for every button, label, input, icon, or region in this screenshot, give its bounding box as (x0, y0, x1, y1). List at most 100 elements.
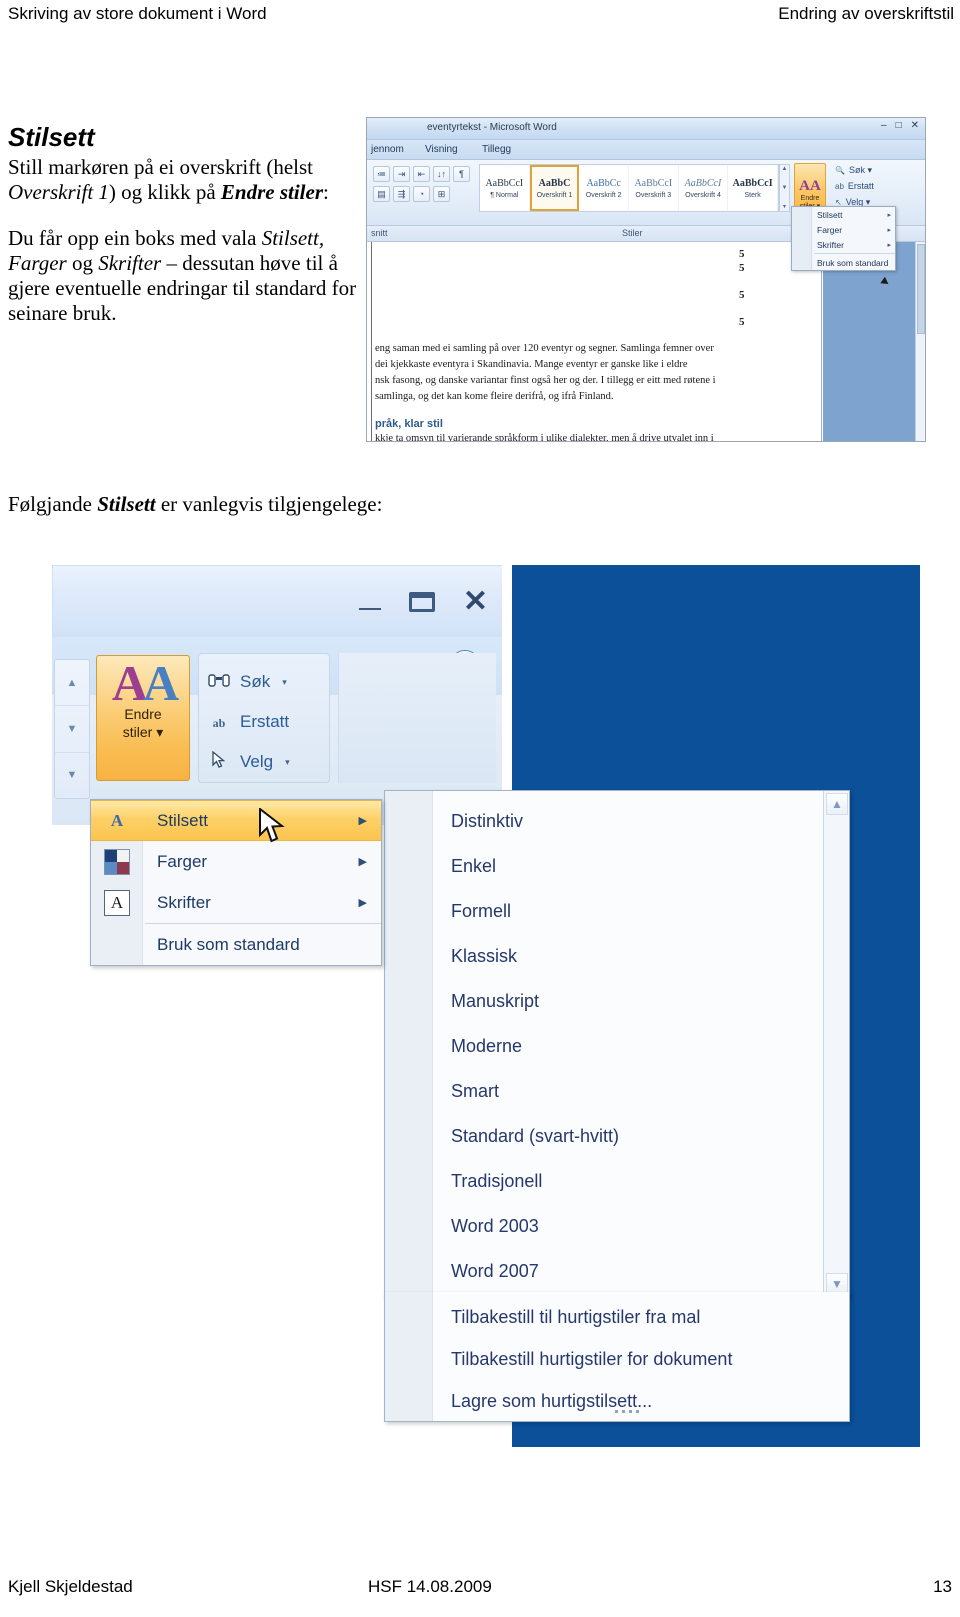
pilcrow-icon[interactable]: ¶ (453, 166, 470, 182)
style-swatch-overskrift-2[interactable]: AaBbCc Overskrift 2 (579, 165, 629, 211)
gallery-scroll-up-icon[interactable]: ▲ (782, 166, 788, 172)
header-right-text: Endring av overskriftstil (778, 4, 954, 23)
align-icon[interactable]: ▤ (373, 186, 390, 202)
small-title-bar: eventyrtekst - Microsoft Word – □ ✕ (367, 118, 925, 140)
style-set-item-moderne[interactable]: Moderne (433, 1024, 823, 1069)
large-find-button[interactable]: Søk ▾ (207, 662, 329, 702)
page-header: Skriving av store dokument i Word Endrin… (0, 0, 960, 34)
small-ribbon-tabs: jennom Visning Tillegg (367, 140, 925, 160)
stilsett-submenu-actions: Tilbakestill til hurtigstiler fra mal Ti… (384, 1292, 850, 1422)
action-reset-for-document[interactable]: Tilbakestill hurtigstiler for dokument (433, 1338, 849, 1380)
menu-item-label: Stilsett (157, 810, 209, 830)
style-swatch-overskrift-4[interactable]: AaBbCcI Overskrift 4 (678, 165, 729, 211)
style-swatch-normal[interactable]: AaBbCcI ¶ Normal (480, 165, 530, 211)
large-gallery-scroll-column[interactable]: ▲ ▼ ▼ (54, 659, 90, 799)
small-menu-item-skrifter[interactable]: Skrifter ▸ (792, 237, 895, 252)
submenu-scrollbar[interactable]: ▲ ▼ (823, 791, 849, 1297)
style-set-item-distinktiv[interactable]: Distinktiv (433, 799, 823, 844)
style-sample: AaBbCcI (634, 177, 673, 189)
style-set-item-smart[interactable]: Smart (433, 1069, 823, 1114)
paragraph-icons-row-1: ≔ ⇥ ⇤ ↓↑ ¶ (373, 166, 470, 182)
gallery-more-icon[interactable]: ▼ (55, 753, 89, 798)
tab-gjennom[interactable]: jennom (371, 144, 404, 155)
action-reset-from-template[interactable]: Tilbakestill til hurtigstiler fra mal (433, 1296, 849, 1338)
gallery-scroll-up-icon[interactable]: ▲ (55, 660, 89, 707)
maximize-icon[interactable]: □ (896, 121, 902, 131)
small-menu-item-stilsett[interactable]: Stilsett ▸ (792, 207, 895, 222)
close-icon[interactable]: ✕ (463, 587, 488, 617)
style-swatch-overskrift-1[interactable]: AaBbC Overskrift 1 (529, 165, 580, 211)
doc-body-line: dei kjekkaste eventyra i Skandinavia. Ma… (375, 359, 688, 370)
doc-body-line: nsk fasong, og danske variantar finst og… (375, 375, 716, 386)
large-window-controls: ✕ (358, 587, 488, 617)
style-set-item-enkel[interactable]: Enkel (433, 844, 823, 889)
style-swatch-sterk[interactable]: AaBbCcI Sterk (728, 165, 778, 211)
indent-increase-icon[interactable]: ⇥ (393, 166, 410, 182)
small-gallery-scroll[interactable]: ▲ ▼ ▾ (779, 164, 790, 212)
large-menu-item-farger[interactable]: Farger ▶ (91, 841, 381, 882)
maximize-icon[interactable] (408, 592, 435, 612)
style-set-item-manuskript[interactable]: Manuskript (433, 979, 823, 1024)
style-set-label: Smart (451, 1081, 500, 1101)
style-set-item-formell[interactable]: Formell (433, 889, 823, 934)
action-save-as-quick-style-set[interactable]: Lagre som hurtigstilsett... (433, 1380, 849, 1422)
minimize-icon[interactable] (358, 608, 381, 610)
large-endre-stiler-button[interactable]: AA Endre stiler ▾ (96, 655, 190, 781)
large-title-bar: ✕ (52, 565, 502, 637)
page-footer: Kjell Skjeldestad HSF 14.08.2009 13 (0, 1577, 960, 1603)
large-menu-item-stilsett[interactable]: A Stilsett ▶ (91, 800, 381, 841)
sort-icon[interactable]: ↓↑ (433, 166, 450, 182)
lead-p2-emphasis-2: Skrifter (98, 250, 162, 275)
scrollbar-thumb[interactable] (917, 244, 925, 334)
menu-item-label: Farger (157, 851, 208, 871)
small-style-gallery: AaBbCcI ¶ Normal AaBbC Overskrift 1 AaBb… (479, 164, 779, 212)
indent-decrease-icon[interactable]: ⇤ (413, 166, 430, 182)
small-menu-item-bruk-som-standard[interactable]: Bruk som standard (792, 255, 895, 270)
minimize-icon[interactable]: – (881, 121, 887, 131)
lead-p1-c: : (323, 180, 329, 205)
small-replace-button[interactable]: ab Erstatt (835, 181, 874, 191)
small-menu-item-farger[interactable]: Farger ▸ (792, 222, 895, 237)
style-set-label: Klassisk (451, 946, 518, 966)
style-set-item-word-2003[interactable]: Word 2003 (433, 1204, 823, 1249)
tab-visning[interactable]: Visning (425, 144, 458, 155)
borders-icon[interactable]: ⊞ (433, 186, 450, 202)
large-ribbon-empty-group (338, 653, 496, 783)
tab-tillegg[interactable]: Tillegg (482, 144, 511, 155)
change-styles-icon: AA (112, 658, 179, 708)
small-vertical-scrollbar[interactable] (915, 242, 925, 441)
shading-icon[interactable]: ◔ (413, 186, 430, 202)
select-label: Velg (240, 752, 274, 771)
replace-label: Erstatt (240, 712, 290, 731)
large-select-button[interactable]: Velg ▾ (207, 742, 329, 782)
style-set-item-word-2007[interactable]: Word 2007 (433, 1249, 823, 1294)
style-set-label: Tradisjonell (451, 1171, 543, 1191)
chevron-down-icon: ▾ (285, 756, 290, 767)
lead-p1-b: ) og klikk på (108, 180, 221, 205)
gallery-scroll-down-icon[interactable]: ▼ (782, 185, 788, 191)
close-icon[interactable]: ✕ (911, 121, 919, 131)
mouse-cursor-icon (258, 806, 286, 849)
lead-column: Stilsett Still markøren på ei overskrift… (8, 123, 360, 326)
list-icon[interactable]: ≔ (373, 166, 390, 182)
style-sample: AaBbCcI (732, 177, 773, 189)
gallery-scroll-down-icon[interactable]: ▼ (55, 706, 89, 753)
small-window-title: eventyrtekst - Microsoft Word (427, 122, 557, 133)
word-screenshot-small: eventyrtekst - Microsoft Word – □ ✕ jenn… (366, 117, 926, 442)
style-set-label: Moderne (451, 1036, 523, 1056)
style-set-item-tradisjonell[interactable]: Tradisjonell (433, 1159, 823, 1204)
large-menu-item-bruk-som-standard[interactable]: Bruk som standard (91, 924, 381, 965)
style-set-item-klassisk[interactable]: Klassisk (433, 934, 823, 979)
small-document-area: 5 5 5 5 eng saman med ei samling på over… (367, 242, 925, 441)
small-document-backdrop (823, 242, 917, 441)
line-spacing-icon[interactable]: ⇶ (393, 186, 410, 202)
menu-grip-handle[interactable] (607, 1407, 647, 1415)
large-replace-button[interactable]: ab Erstatt (207, 702, 329, 742)
style-set-item-standard-svart-hvitt[interactable]: Standard (svart-hvitt) (433, 1114, 823, 1159)
scroll-up-icon[interactable]: ▲ (826, 793, 848, 815)
style-swatch-overskrift-3[interactable]: AaBbCcI Overskrift 3 (629, 165, 679, 211)
gallery-more-icon[interactable]: ▾ (783, 203, 786, 210)
endre-label-line1: Endre (124, 706, 162, 722)
small-find-button[interactable]: 🔍 Søk ▾ (835, 165, 872, 176)
large-menu-item-skrifter[interactable]: A Skrifter ▶ (91, 882, 381, 923)
